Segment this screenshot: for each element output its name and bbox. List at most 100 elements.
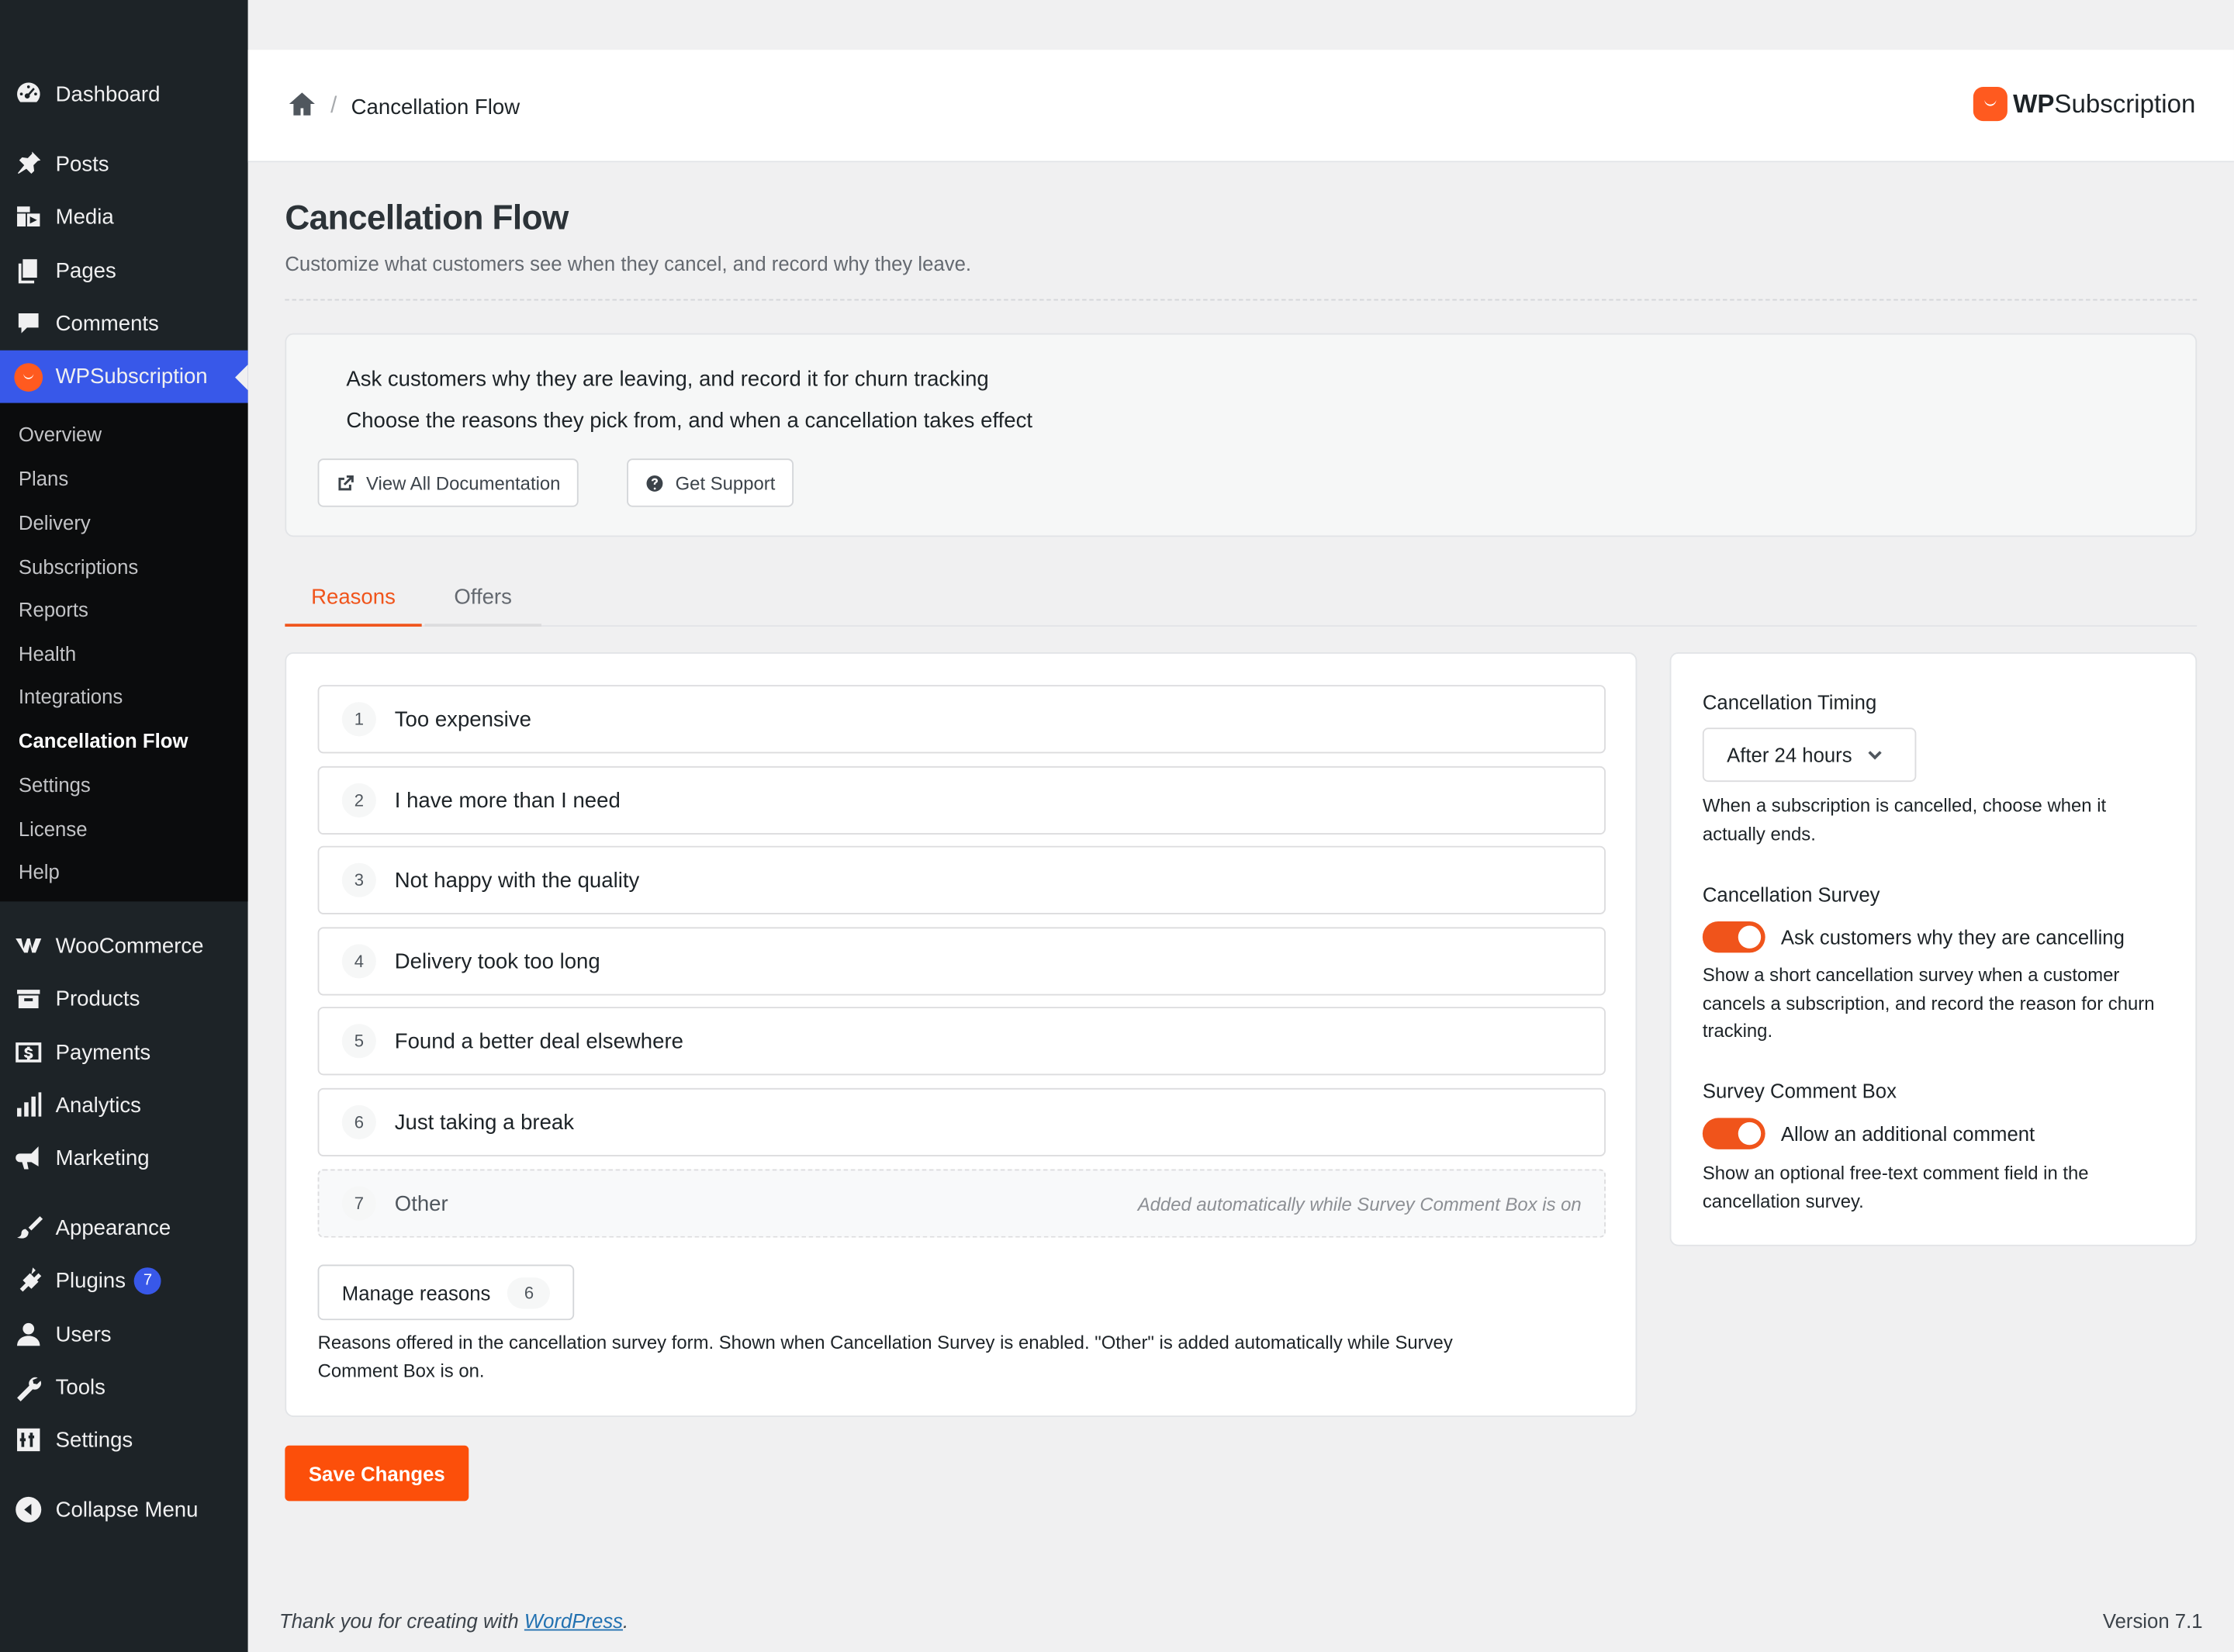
menu-label: Collapse Menu [55, 1497, 199, 1522]
survey-comment-box-label: Survey Comment Box [1702, 1079, 1897, 1103]
menu-label: Comments [55, 311, 159, 336]
plugin-icon [14, 1266, 43, 1294]
menu-label: Posts [55, 151, 109, 176]
menu-item-posts[interactable]: Posts [0, 138, 248, 189]
submenu-item-cancellation-flow[interactable]: Cancellation Flow [19, 729, 188, 752]
reason-row[interactable]: 5 Found a better deal elsewhere [317, 1007, 1606, 1076]
menu-label: Products [55, 986, 140, 1011]
menu-item-tools[interactable]: Tools [0, 1361, 248, 1412]
plugins-update-badge: 7 [134, 1267, 161, 1294]
submenu-item-subscriptions[interactable]: Subscriptions [19, 555, 138, 578]
section-divider [285, 299, 2198, 301]
page-title: Cancellation Flow [285, 199, 569, 238]
wpsubscription-submenu: Overview Plans Delivery Subscriptions Re… [0, 403, 248, 902]
collapse-icon [14, 1495, 43, 1524]
reason-row[interactable]: 2 I have more than I need [317, 766, 1606, 835]
settings-sliders-icon [14, 1426, 43, 1454]
menu-item-pages[interactable]: Pages [0, 245, 248, 296]
reason-label: Found a better deal elsewhere [394, 1028, 683, 1053]
menu-item-payments[interactable]: Payments [0, 1027, 248, 1078]
menu-label: Settings [55, 1427, 133, 1453]
reasons-card: 1 Too expensive 2 I have more than I nee… [285, 651, 1637, 1418]
breadcrumb-current: Cancellation Flow [351, 95, 520, 119]
submenu-item-overview[interactable]: Overview [19, 423, 102, 445]
menu-label: WooCommerce [55, 933, 204, 958]
archive-icon [14, 984, 43, 1013]
tab-reasons[interactable]: Reasons [285, 569, 422, 627]
wrench-icon [14, 1373, 43, 1401]
reason-row[interactable]: 4 Delivery took too long [317, 927, 1606, 996]
manage-reasons-button[interactable]: Manage reasons 6 [317, 1264, 575, 1321]
reason-label: Not happy with the quality [394, 868, 640, 893]
cancellation-timing-select[interactable]: After 24 hours [1702, 728, 1917, 783]
comment-icon [14, 309, 43, 337]
menu-item-analytics[interactable]: Analytics [0, 1080, 248, 1131]
tab-offers[interactable]: Offers [424, 569, 541, 627]
menu-item-settings[interactable]: Settings [0, 1414, 248, 1465]
cancellation-survey-row: Ask customers why they are cancelling [1702, 921, 2125, 953]
submenu-item-license[interactable]: License [19, 817, 88, 840]
menu-item-dashboard[interactable]: Dashboard [0, 68, 248, 119]
menu-item-media[interactable]: Media [0, 191, 248, 242]
analytics-icon [14, 1091, 43, 1120]
survey-comment-toggle[interactable] [1702, 1118, 1765, 1149]
submenu-item-settings[interactable]: Settings [19, 773, 91, 796]
dashboard-icon [14, 80, 43, 109]
submenu-item-health[interactable]: Health [19, 642, 76, 665]
page-subtitle: Customize what customers see when they c… [285, 252, 972, 275]
collapse-menu-button[interactable]: Collapse Menu [0, 1484, 248, 1535]
menu-label: Payments [55, 1040, 151, 1065]
cancellation-survey-description: Show a short cancellation survey when a … [1702, 964, 2155, 1042]
wordpress-link[interactable]: WordPress [524, 1609, 623, 1632]
menu-item-users[interactable]: Users [0, 1308, 248, 1360]
reason-number: 4 [341, 944, 376, 979]
plugin-header: / Cancellation Flow WPSubscription [247, 50, 2234, 163]
submenu-item-integrations[interactable]: Integrations [19, 685, 123, 707]
toggle-knob [1738, 1121, 1762, 1146]
menu-item-products[interactable]: Products [0, 973, 248, 1024]
toggle-label: Ask customers why they are cancelling [1780, 925, 2125, 949]
submenu-item-plans[interactable]: Plans [19, 467, 68, 489]
save-changes-button[interactable]: Save Changes [285, 1445, 469, 1502]
menu-item-plugins[interactable]: Plugins 7 [0, 1255, 248, 1306]
auto-added-note: Added automatically while Survey Comment… [1137, 1192, 1582, 1215]
reason-label: Just taking a break [394, 1110, 575, 1135]
home-icon[interactable] [288, 90, 316, 124]
cancellation-survey-label: Cancellation Survey [1702, 883, 1880, 906]
button-label: Manage reasons [341, 1280, 491, 1305]
button-label: Get Support [675, 472, 776, 494]
get-support-button[interactable]: Get Support [627, 458, 794, 507]
reason-number: 6 [341, 1104, 376, 1139]
megaphone-icon [14, 1143, 43, 1172]
tab-bar: Reasons Offers [285, 569, 2198, 627]
footer-version: Version 7.1 [2102, 1609, 2203, 1633]
view-documentation-button[interactable]: View All Documentation [317, 458, 579, 507]
reason-row[interactable]: 6 Just taking a break [317, 1087, 1606, 1156]
reasons-help-line-2: Comment Box is on. [317, 1360, 485, 1382]
menu-item-appearance[interactable]: Appearance [0, 1202, 248, 1253]
reason-count-badge: 6 [507, 1277, 551, 1308]
submenu-item-reports[interactable]: Reports [19, 598, 88, 620]
survey-comment-description: Show an optional free-text comment field… [1702, 1162, 2089, 1211]
menu-item-marketing[interactable]: Marketing [0, 1132, 248, 1184]
media-icon [14, 202, 43, 231]
submenu-item-help[interactable]: Help [19, 860, 60, 883]
reason-label: Delivery took too long [394, 949, 600, 974]
submenu-item-delivery[interactable]: Delivery [19, 511, 91, 534]
cancellation-survey-toggle[interactable] [1702, 921, 1765, 953]
menu-item-comments[interactable]: Comments [0, 298, 248, 349]
reason-number: 2 [341, 783, 376, 817]
reason-row[interactable]: 3 Not happy with the quality [317, 845, 1606, 914]
settings-card: Cancellation Timing After 24 hours When … [1669, 651, 2198, 1246]
reason-number: 5 [341, 1024, 376, 1059]
breadcrumb-separator: / [330, 94, 337, 119]
cancellation-timing-label: Cancellation Timing [1702, 690, 1877, 714]
reason-row[interactable]: 1 Too expensive [317, 685, 1606, 754]
admin-sidebar: Dashboard Posts Media Pages Comments WPS… [0, 0, 248, 1652]
toggle-knob [1738, 925, 1762, 949]
menu-item-woocommerce[interactable]: WooCommerce [0, 920, 248, 971]
reason-row-auto-other: 7 Other Added automatically while Survey… [317, 1169, 1606, 1238]
brand-name: WPSubscription [2013, 88, 2196, 118]
reason-label: I have more than I need [394, 788, 621, 813]
menu-item-wpsubscription[interactable]: WPSubscription [0, 350, 248, 403]
